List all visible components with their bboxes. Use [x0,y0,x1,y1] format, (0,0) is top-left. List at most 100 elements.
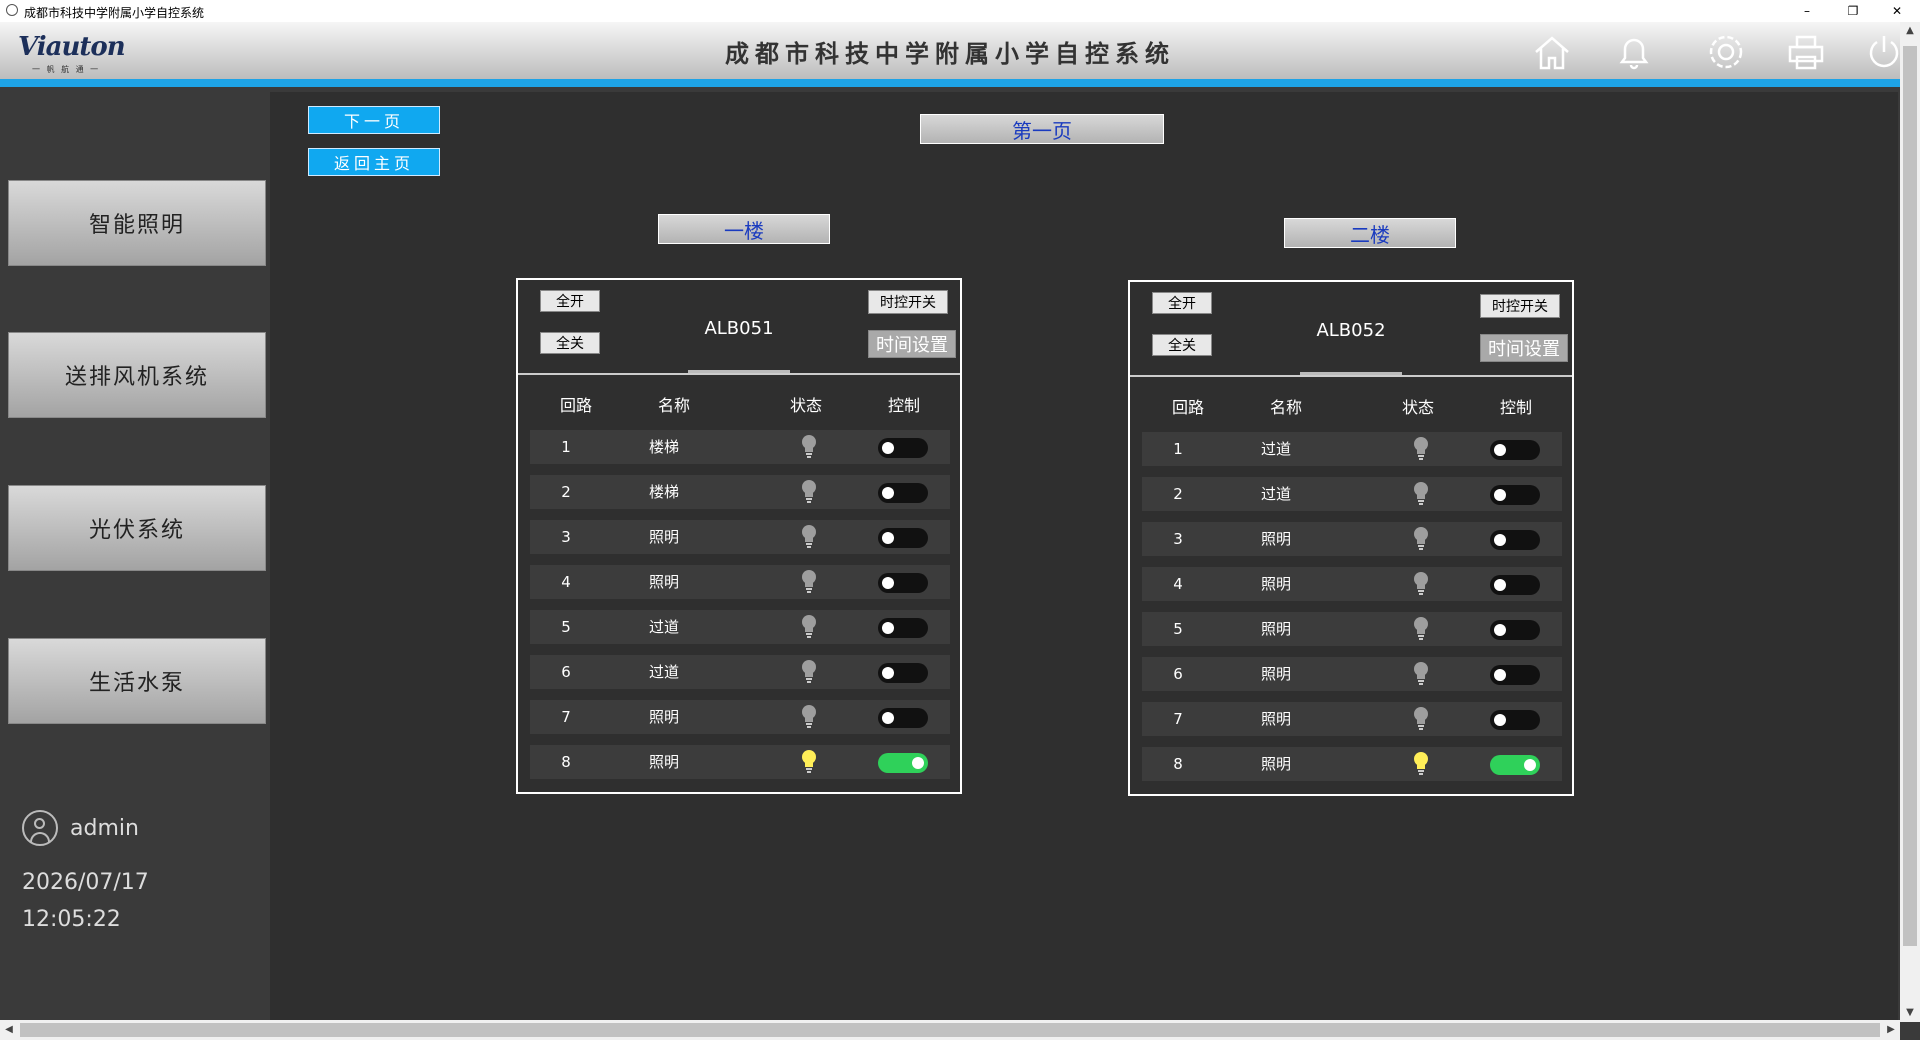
circuit-number: 7 [561,708,571,726]
circuit-row: 2 楼梯 [530,475,950,509]
page-label: 第一页 [920,114,1164,144]
circuit-row: 4 照明 [1142,567,1562,601]
floor-1-label: 一楼 [658,214,830,244]
header-name: 名称 [1269,398,1302,417]
bulb-off-icon [1412,616,1430,642]
circuit-toggle[interactable] [1490,575,1540,595]
bulb-on-icon [1412,751,1430,777]
back-home-button[interactable]: 返回主页 [308,148,440,176]
circuit-number: 5 [1173,620,1183,638]
vertical-scrollbar[interactable]: ▲ ▼ [1900,22,1920,1022]
bulb-off-icon [800,524,818,550]
circuit-toggle[interactable] [878,483,928,503]
circuit-number: 3 [561,528,571,546]
sidebar-item-solar[interactable]: 光伏系统 [8,485,266,571]
circuit-toggle[interactable] [1490,710,1540,730]
scroll-left-arrow-icon[interactable]: ◀ [0,1020,18,1040]
toggle-knob [1494,579,1506,591]
all-on-button[interactable]: 全开 [540,290,600,312]
circuit-name: 照明 [1260,530,1291,548]
device-name: ALB051 [704,318,774,339]
device-name: ALB052 [1316,320,1386,341]
bulb-off-icon [800,434,818,460]
circuit-name: 过道 [648,618,679,636]
circuit-row: 4 照明 [530,565,950,599]
circuit-row: 2 过道 [1142,477,1562,511]
sidebar-item-lighting[interactable]: 智能照明 [8,180,266,266]
panel-separator [1130,375,1572,377]
circuit-toggle[interactable] [878,663,928,683]
circuit-toggle[interactable] [878,573,928,593]
circuit-number: 8 [1173,755,1183,773]
circuit-toggle[interactable] [1490,620,1540,640]
circuit-number: 2 [1173,485,1183,503]
app-icon [6,4,18,16]
circuit-name: 过道 [648,663,679,681]
circuit-toggle[interactable] [1490,755,1540,775]
close-button[interactable]: ✕ [1874,0,1920,22]
circuit-row: 5 照明 [1142,612,1562,646]
circuit-name: 过道 [1260,485,1291,503]
circuit-name: 照明 [648,528,679,546]
circuit-name: 照明 [1260,575,1291,593]
circuit-number: 4 [1173,575,1183,593]
toggle-knob [882,487,894,499]
restore-button[interactable]: ❐ [1830,0,1876,22]
circuit-row: 6 照明 [1142,657,1562,691]
circuit-name: 楼梯 [648,483,679,501]
circuit-toggle[interactable] [878,708,928,728]
bulb-off-icon [1412,661,1430,687]
circuit-number: 2 [561,483,571,501]
circuit-name: 照明 [648,708,679,726]
circuit-toggle[interactable] [878,618,928,638]
current-time: 12:05:22 [22,907,121,932]
scroll-down-arrow-icon[interactable]: ▼ [1900,1004,1920,1022]
header-accent-line [0,79,1900,87]
bulb-off-icon [1412,706,1430,732]
header-control: 控制 [1499,398,1532,417]
sidebar-item-water-pump[interactable]: 生活水泵 [8,638,266,724]
circuit-toggle[interactable] [1490,440,1540,460]
circuit-toggle[interactable] [878,528,928,548]
circuit-toggle[interactable] [1490,665,1540,685]
toggle-knob [1494,669,1506,681]
all-on-button[interactable]: 全开 [1152,292,1212,314]
bulb-off-icon [800,614,818,640]
bulb-off-icon [800,704,818,730]
bell-icon[interactable] [1612,30,1656,74]
toggle-knob [882,667,894,679]
minimize-button[interactable]: – [1784,0,1830,22]
circuit-toggle[interactable] [1490,485,1540,505]
home-icon[interactable] [1530,30,1574,74]
circuit-row: 8 照明 [530,745,950,779]
circuit-toggle[interactable] [878,753,928,773]
horizontal-scroll-thumb[interactable] [20,1023,1880,1037]
circuit-row: 3 照明 [530,520,950,554]
current-date: 2026/07/17 [22,870,149,895]
circuit-row: 7 照明 [530,700,950,734]
user-info: admin [22,810,139,846]
scroll-right-arrow-icon[interactable]: ▶ [1882,1020,1900,1040]
toggle-knob [882,622,894,634]
circuit-name: 过道 [1260,440,1291,458]
main-content: 下一页 返回主页 第一页 一楼 二楼 全开 全关 时控开关 时间设置 ALB05… [270,92,1898,1020]
timer-switch-button[interactable]: 时控开关 [1480,294,1560,318]
bulb-off-icon [800,569,818,595]
circuit-toggle[interactable] [878,438,928,458]
scroll-up-arrow-icon[interactable]: ▲ [1900,22,1920,40]
printer-icon[interactable] [1784,30,1828,74]
toggle-knob [882,532,894,544]
timer-switch-button[interactable]: 时控开关 [868,290,948,314]
toggle-knob [882,442,894,454]
vertical-scroll-thumb[interactable] [1903,46,1917,946]
circuit-name: 照明 [648,753,679,771]
next-page-button[interactable]: 下一页 [308,106,440,134]
toggle-knob [912,757,924,769]
circuit-toggle[interactable] [1490,530,1540,550]
horizontal-scrollbar[interactable]: ◀ ▶ [0,1020,1900,1040]
circuit-number: 5 [561,618,571,636]
gear-icon[interactable] [1704,30,1748,74]
sidebar-item-ventilation[interactable]: 送排风机系统 [8,332,266,418]
toggle-knob [1494,714,1506,726]
toggle-knob [882,712,894,724]
